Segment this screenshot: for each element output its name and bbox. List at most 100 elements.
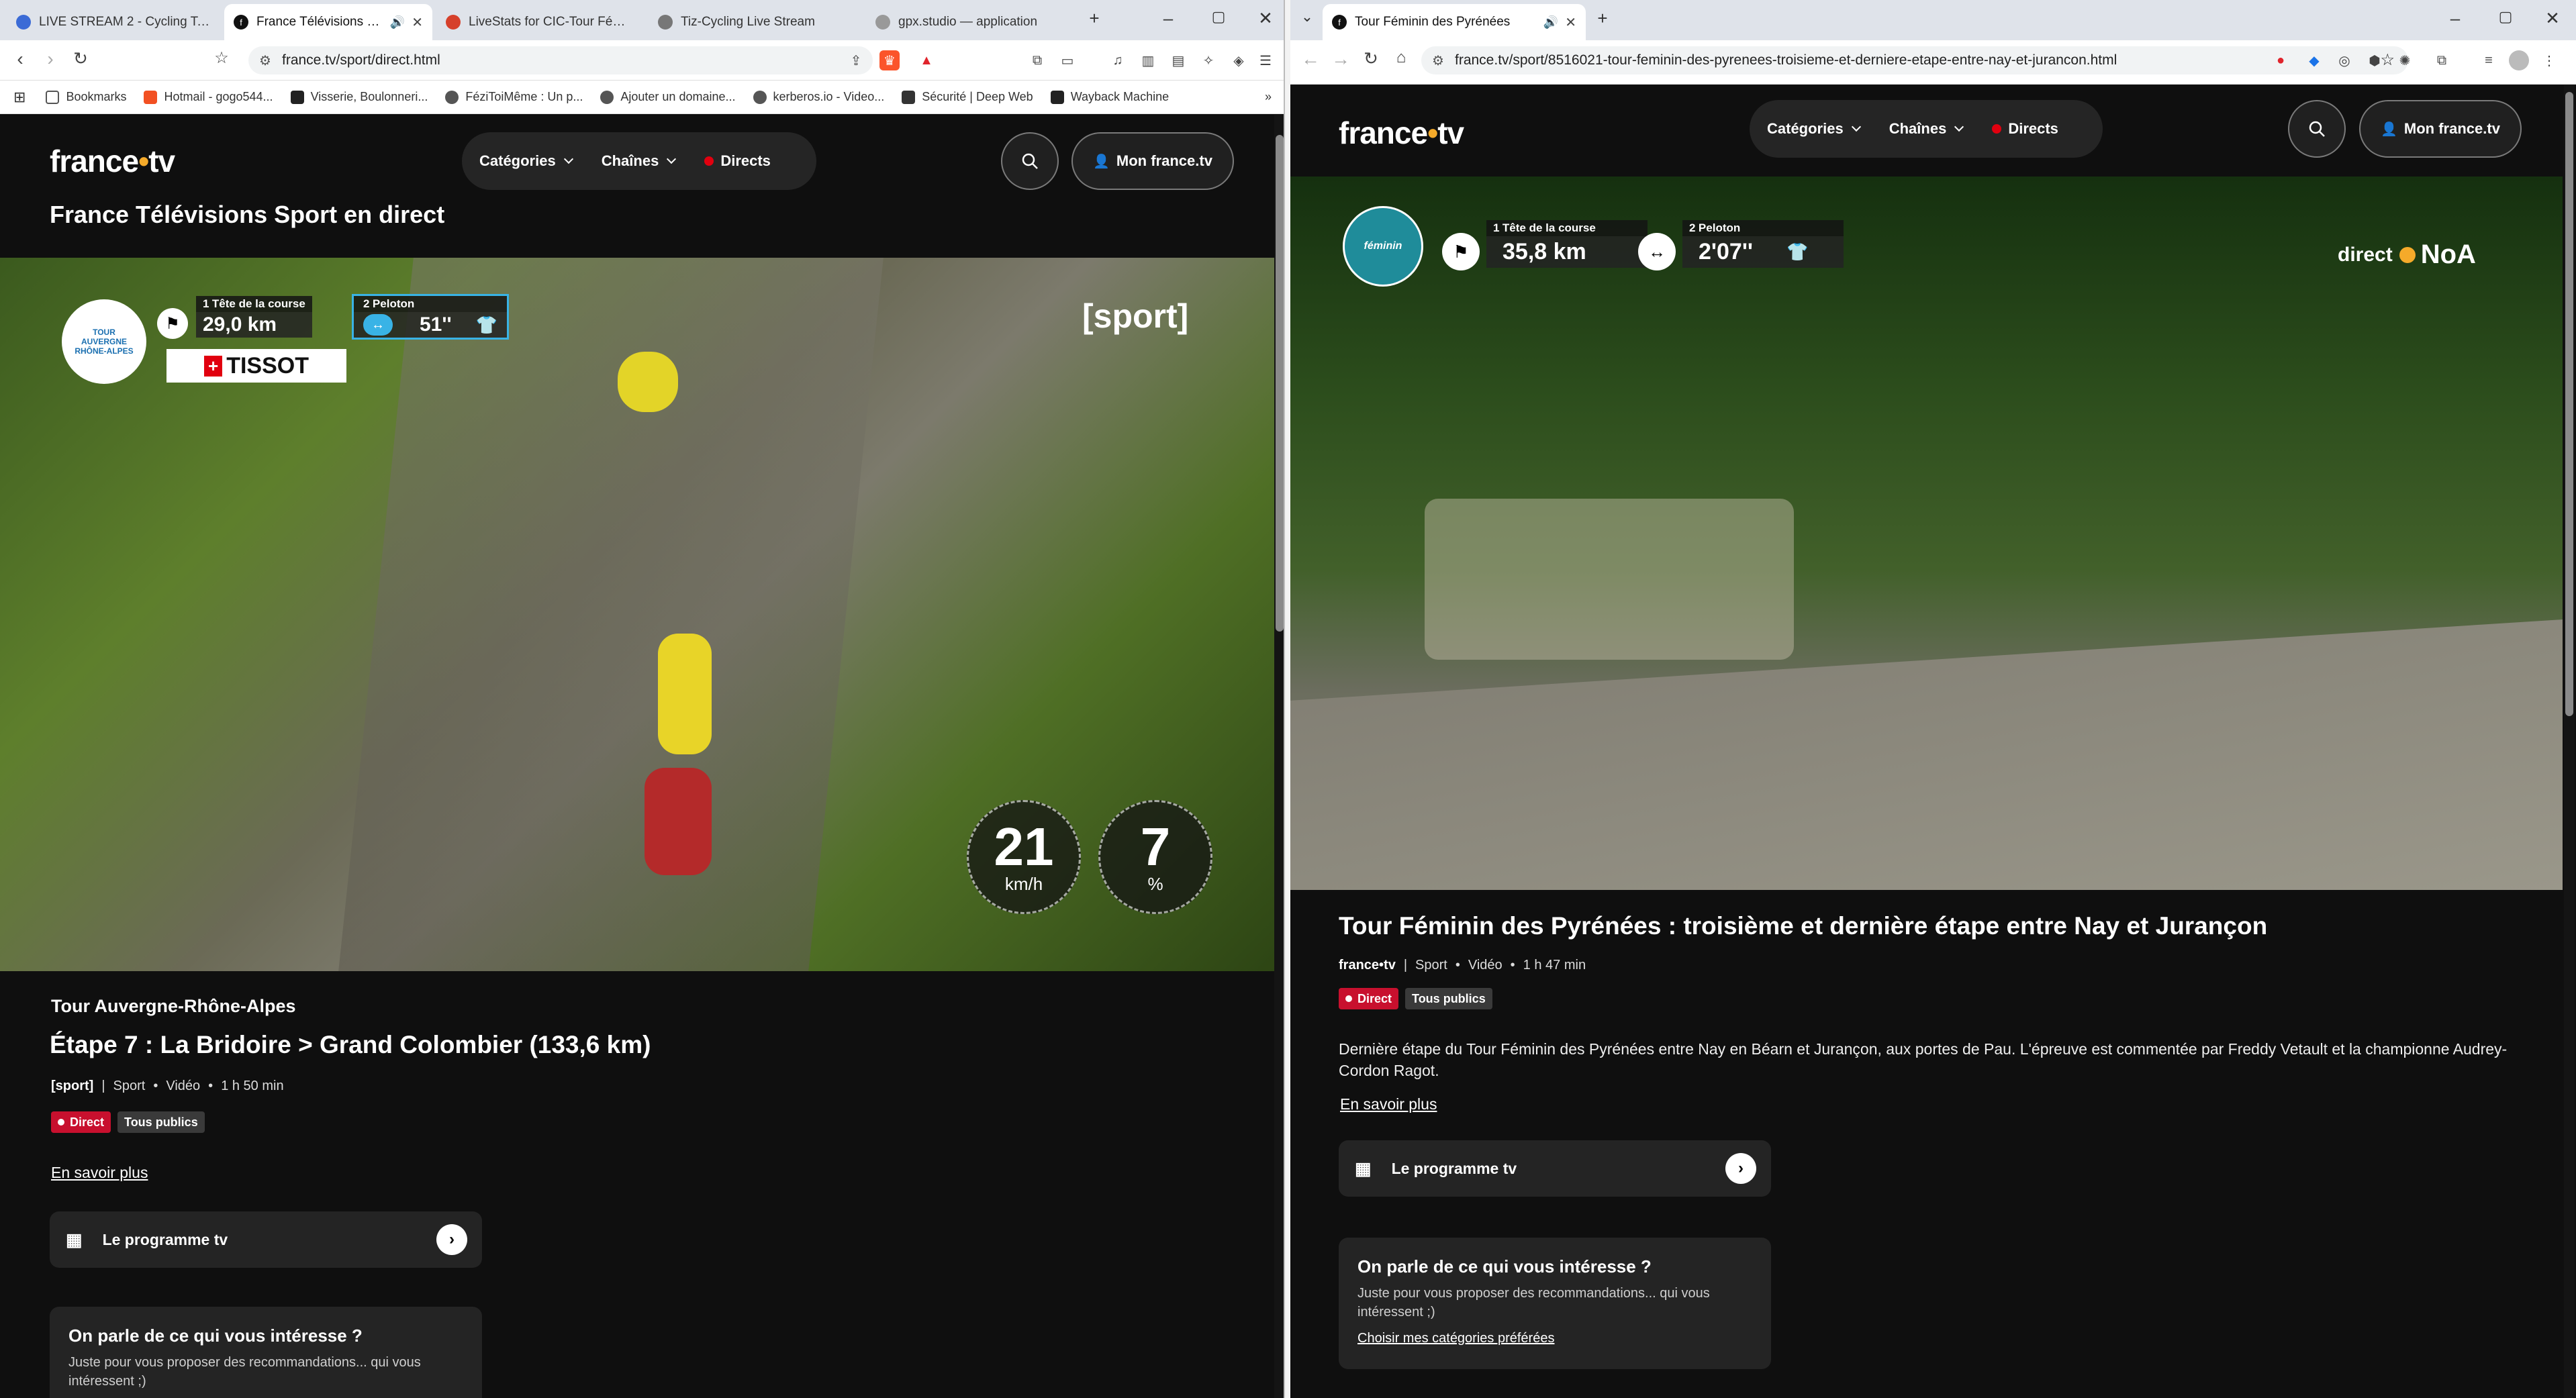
reload-icon[interactable]: ↻	[67, 48, 94, 69]
brave-shields-icon[interactable]: ♛	[879, 50, 900, 70]
button-label: Le programme tv	[1391, 1159, 1517, 1177]
tab-livestream[interactable]: LIVE STREAM 2 - Cycling Today	[7, 4, 222, 40]
nav-live[interactable]: Directs	[704, 152, 771, 170]
nav-categories[interactable]: Catégories	[479, 152, 573, 170]
extension-blue-icon[interactable]: ◆	[2304, 50, 2324, 70]
extension-target-icon[interactable]: ◎	[2334, 50, 2354, 70]
bookmark-folder[interactable]: Bookmarks	[46, 90, 126, 104]
bookmark-icon[interactable]: ☆	[208, 48, 235, 68]
left-browser-window: LIVE STREAM 2 - Cycling Today f France T…	[0, 0, 1288, 1398]
channel-name: france•tv	[1339, 958, 1396, 972]
address-toolbar: ‹ › ↻ ☆ ⚙ france.tv/sport/direct.html ⇪ …	[0, 40, 1288, 81]
video-player[interactable]: TOUR AUVERGNE RHÔNE-ALPES ⚑ 1 Tête de la…	[0, 258, 1274, 971]
maximize-button[interactable]: ▢	[2489, 8, 2522, 26]
brave-rewards-icon[interactable]: ▲	[916, 50, 937, 70]
tab-strip: LIVE STREAM 2 - Cycling Today f France T…	[0, 0, 1288, 40]
audio-icon[interactable]: 🔊	[1543, 15, 1558, 30]
tab-gpx-studio[interactable]: gpx.studio — application	[866, 4, 1067, 40]
choose-categories-link[interactable]: Choisir mes catégories préférées	[1357, 1331, 1752, 1346]
francetv-logo[interactable]: france•tv	[1339, 115, 1464, 151]
close-window-button[interactable]: ✕	[1249, 8, 1282, 29]
reload-icon[interactable]: ↻	[1357, 48, 1384, 69]
site-info-icon[interactable]: ⚙	[1432, 52, 1444, 69]
menu-icon[interactable]: ⋮	[2539, 50, 2559, 70]
bookmark-hotmail[interactable]: Hotmail - gogo544...	[144, 90, 273, 104]
close-window-button[interactable]: ✕	[2536, 8, 2569, 29]
extensions-puzzle-icon[interactable]: ⧉	[2432, 50, 2452, 70]
share-icon[interactable]: ⇪	[846, 50, 866, 70]
sidebar-icon[interactable]: ▥	[1138, 50, 1158, 70]
bookmark-kerberos[interactable]: kerberos.io - Video...	[753, 90, 884, 104]
url-field[interactable]: ⚙ france.tv/sport/direct.html	[248, 46, 873, 74]
nav-live[interactable]: Directs	[1992, 120, 2058, 138]
new-tab-button[interactable]: +	[1586, 8, 1619, 29]
menu-icon[interactable]: ☰	[1255, 50, 1276, 70]
leo-icon[interactable]: ✧	[1198, 50, 1219, 70]
forward-icon[interactable]: →	[1327, 48, 1354, 70]
road-surface	[338, 258, 884, 971]
bookmark-deepweb[interactable]: Sécurité | Deep Web	[902, 90, 1033, 104]
minimize-button[interactable]: –	[1151, 8, 1185, 29]
video-player[interactable]: féminin ⚑ 1 Tête de la course 35,8 km ↔ …	[1290, 177, 2563, 890]
cast-icon[interactable]: ▭	[1057, 50, 1078, 70]
live-dot-icon	[58, 1119, 64, 1126]
tab-search-icon[interactable]: ⌄	[1290, 8, 1324, 26]
close-tab-icon[interactable]: ✕	[1565, 14, 1576, 31]
channel-logo: [sport]	[1082, 297, 1189, 335]
media-controls-icon[interactable]: ≡	[2479, 50, 2499, 70]
checkered-flag-icon: ⚑	[1442, 233, 1480, 270]
forward-icon[interactable]: ›	[37, 48, 64, 70]
bookmark-visserie[interactable]: Visserie, Boulonneri...	[290, 90, 428, 104]
account-button[interactable]: 👤 Mon france.tv	[2359, 100, 2522, 158]
back-icon[interactable]: ←	[1297, 48, 1324, 70]
site-info-icon[interactable]: ⚙	[259, 52, 271, 69]
nav-channels[interactable]: Chaînes	[1889, 120, 1964, 138]
tab-livestats[interactable]: LiveStats for CIC-Tour Fémini	[436, 4, 638, 40]
new-tab-button[interactable]: +	[1078, 8, 1111, 29]
learn-more-link[interactable]: En savoir plus	[51, 1164, 148, 1182]
nav-categories[interactable]: Catégories	[1767, 120, 1861, 138]
scrollbar-thumb[interactable]	[1276, 135, 1284, 632]
account-button[interactable]: 👤 Mon france.tv	[1071, 132, 1234, 190]
vpn-icon[interactable]: ◈	[1229, 50, 1249, 70]
search-button[interactable]	[1001, 132, 1059, 190]
tab-tour-feminin[interactable]: f Tour Féminin des Pyrénées 🔊 ✕	[1323, 4, 1586, 40]
bookmark-wayback[interactable]: Wayback Machine	[1050, 90, 1169, 104]
logo-text: france	[50, 144, 139, 179]
bookmark-domain[interactable]: Ajouter un domaine...	[600, 90, 736, 104]
race-logo: féminin	[1343, 206, 1423, 287]
back-icon[interactable]: ‹	[7, 48, 34, 70]
nav-channels[interactable]: Chaînes	[602, 152, 677, 170]
extension-gear-icon[interactable]: ✺	[2395, 50, 2415, 70]
profile-avatar[interactable]	[2509, 50, 2529, 70]
tissot-cross-icon: +	[204, 355, 223, 377]
extension-hex-icon[interactable]: ⬢	[2365, 50, 2385, 70]
minimize-button[interactable]: –	[2438, 8, 2472, 29]
music-icon[interactable]: ♫	[1108, 50, 1128, 70]
bookmark-label: FéziToiMême : Un p...	[465, 90, 583, 103]
page-scrollbar[interactable]	[2564, 85, 2575, 1398]
tab-tiz-cycling[interactable]: Tiz-Cycling Live Stream	[649, 4, 850, 40]
more-bookmarks-icon[interactable]: »	[1265, 90, 1272, 104]
tv-program-button[interactable]: ▦ Le programme tv ›	[50, 1211, 482, 1268]
url-field[interactable]: ⚙ france.tv/sport/8516021-tour-feminin-d…	[1421, 46, 2408, 74]
extension-icon[interactable]: ⧉	[1027, 50, 1047, 70]
audio-icon[interactable]: 🔊	[390, 15, 405, 30]
francetv-logo[interactable]: france•tv	[50, 143, 175, 179]
nav-label: Directs	[2008, 120, 2058, 137]
wallet-icon[interactable]: ▤	[1168, 50, 1188, 70]
close-tab-icon[interactable]: ✕	[412, 14, 423, 31]
road-surface	[1290, 619, 2563, 890]
search-button[interactable]	[2288, 100, 2346, 158]
home-icon[interactable]: ⌂	[1388, 48, 1415, 67]
bookmark-fezitoimeme[interactable]: FéziToiMême : Un p...	[445, 90, 583, 104]
maximize-button[interactable]: ▢	[1202, 8, 1235, 26]
extension-red-icon[interactable]: ●	[2271, 50, 2291, 70]
scrollbar-thumb[interactable]	[2565, 92, 2573, 716]
learn-more-link[interactable]: En savoir plus	[1340, 1095, 1437, 1113]
tab-france-tv-direct[interactable]: f France Télévisions Spo 🔊 ✕	[224, 4, 432, 40]
apps-icon[interactable]: ⊞	[13, 89, 26, 106]
channel-logo-text: sport	[1093, 297, 1178, 335]
peloton-overlay: ↔ 2 Peloton 2'07'' 👕	[1638, 217, 1844, 270]
tv-program-button[interactable]: ▦ Le programme tv ›	[1339, 1140, 1771, 1197]
